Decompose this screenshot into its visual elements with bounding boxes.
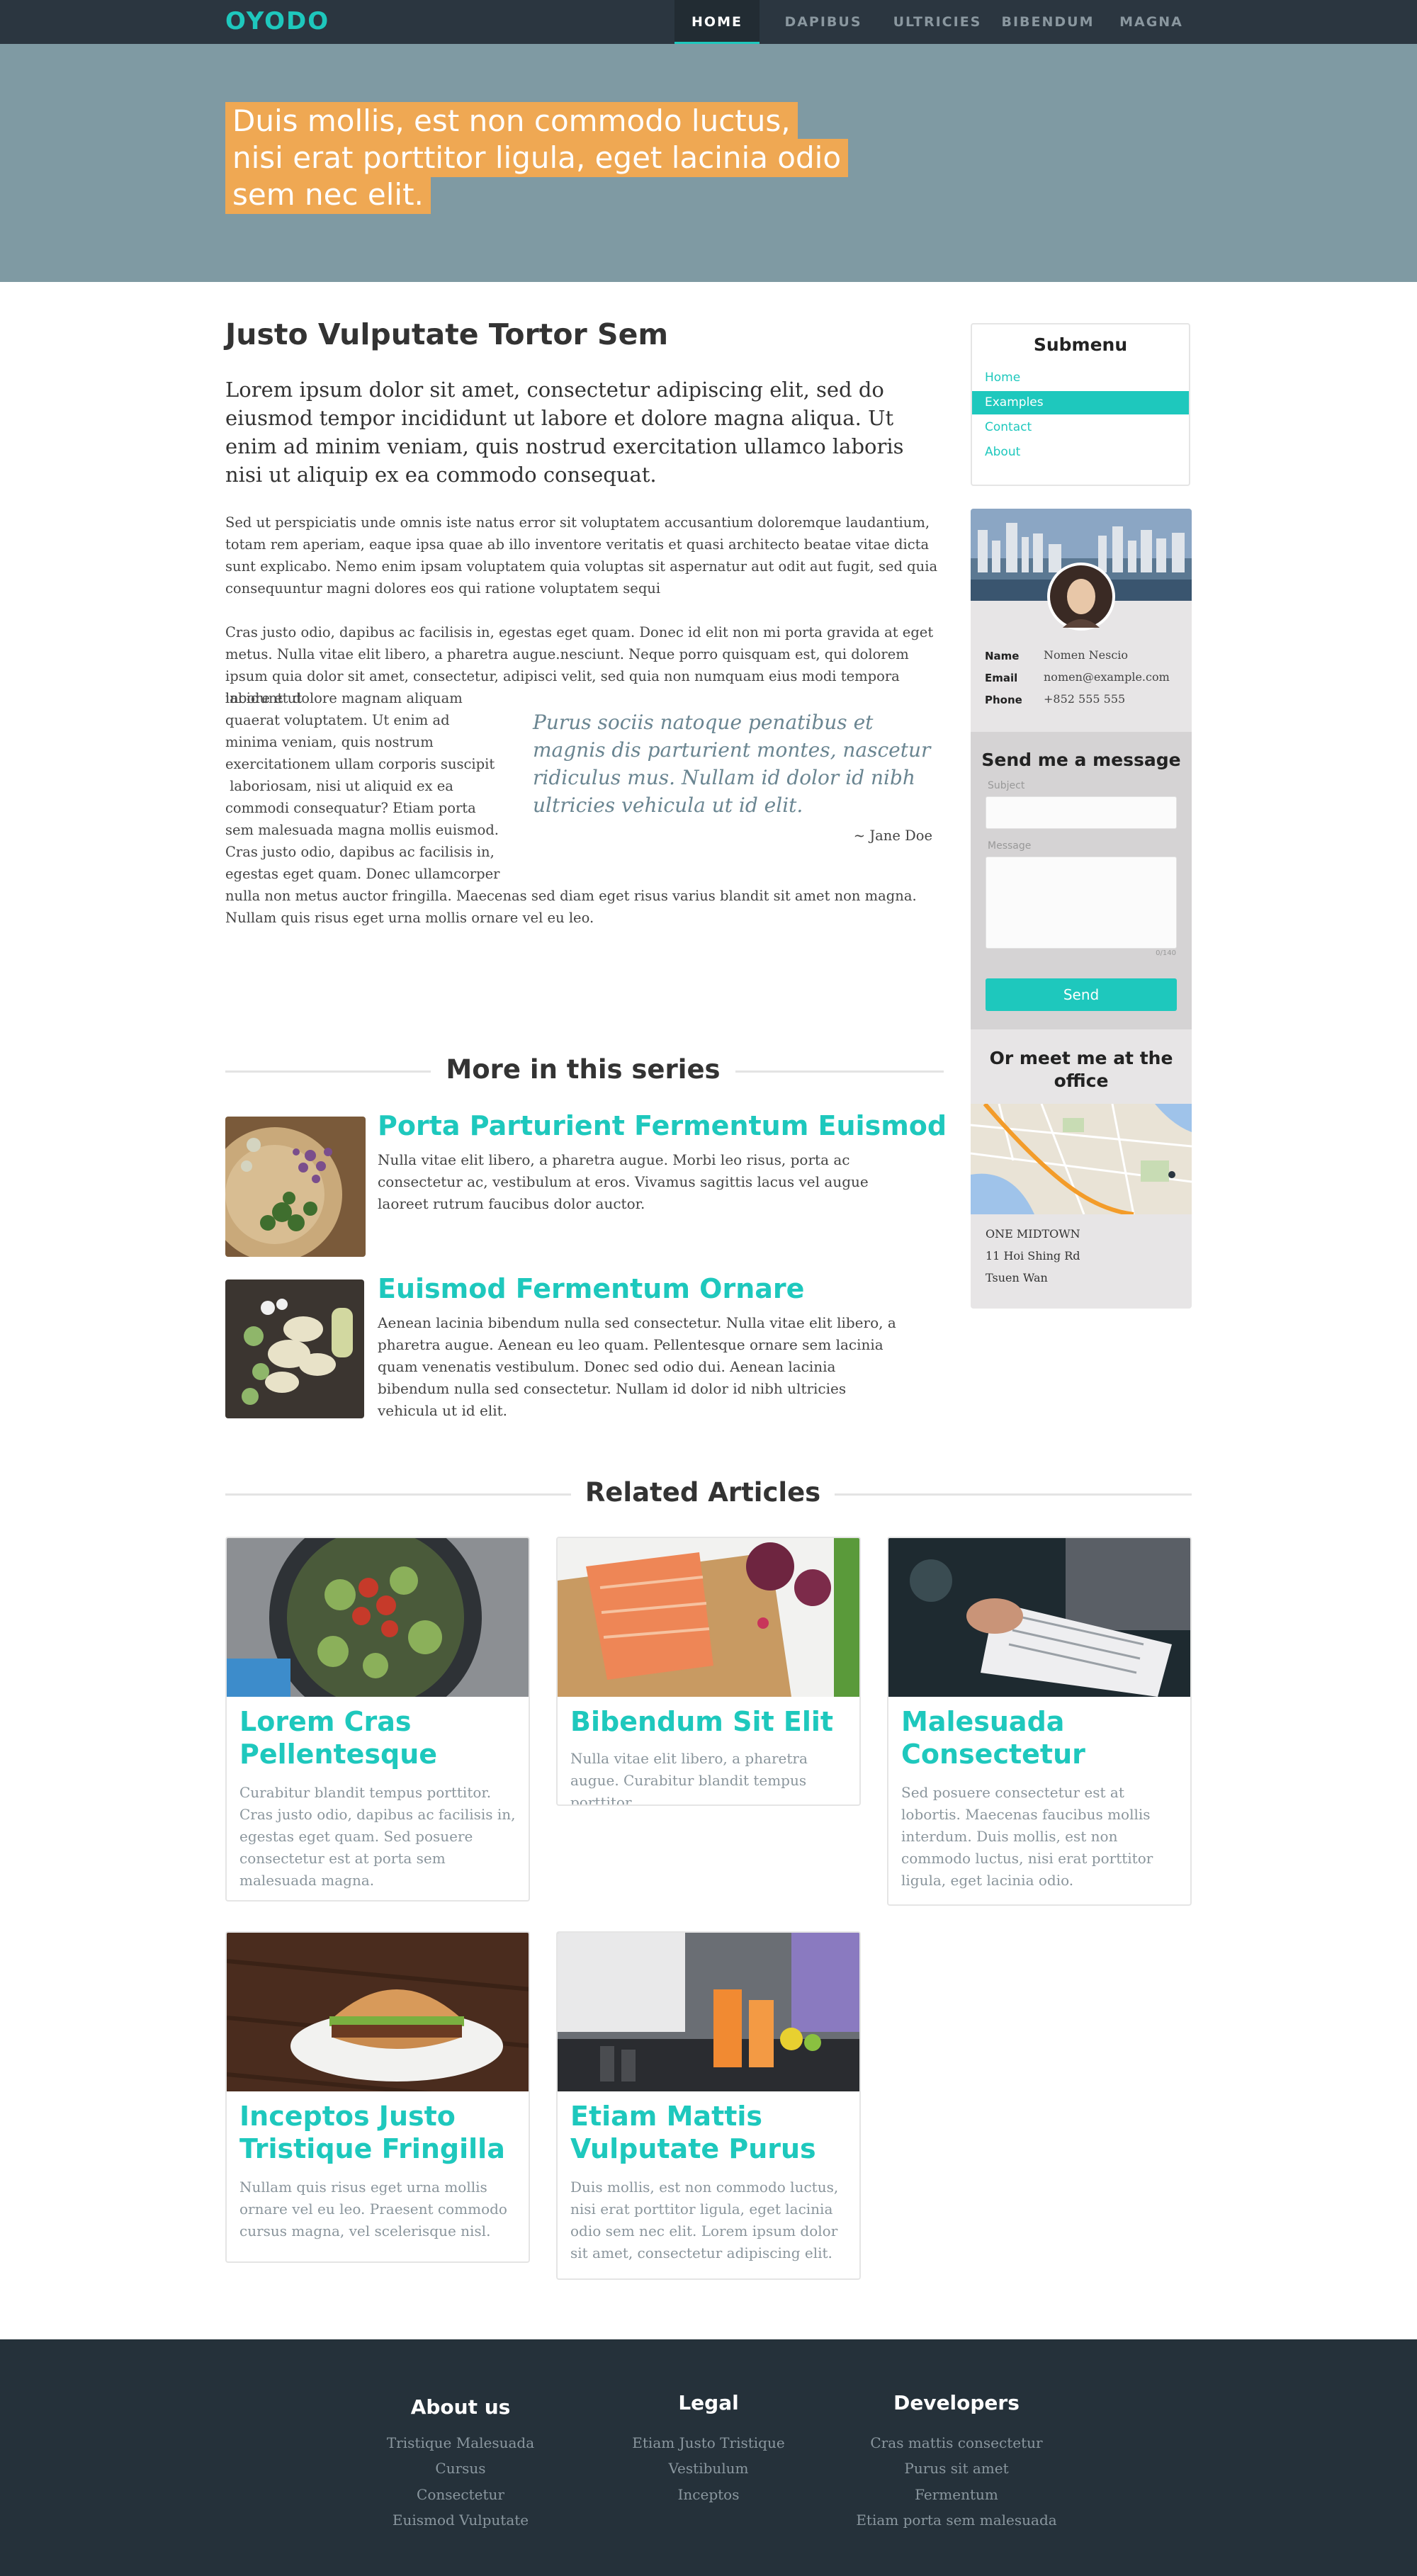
- related-card[interactable]: Malesuada Consectetur Sed posuere consec…: [887, 1537, 1192, 1906]
- column-line: sem malesuada magna mollis euismod.: [225, 822, 499, 838]
- column-line: minima veniam, quis nostrum: [225, 734, 434, 750]
- footer-link[interactable]: Consectetur: [354, 2486, 567, 2503]
- avatar: [1047, 563, 1115, 631]
- related-heading: Related Articles: [585, 1477, 821, 1508]
- submenu-title: Submenu: [1033, 334, 1128, 355]
- quote-citation: ~ Jane Doe: [853, 827, 932, 844]
- footer-link[interactable]: Etiam Justo Tristique: [602, 2434, 815, 2451]
- related-card[interactable]: Lorem Cras Pellentesque Curabitur blandi…: [225, 1537, 530, 1902]
- message-textarea[interactable]: [986, 857, 1177, 949]
- column-line: exercitationem ullam corporis suscipit: [225, 756, 495, 772]
- card-image-salmon: [558, 1538, 859, 1697]
- footer-link[interactable]: Etiam porta sem malesuada: [829, 2512, 1084, 2529]
- related-card[interactable]: Etiam Mattis Vulputate Purus Duis mollis…: [556, 1931, 861, 2280]
- submenu-item-contact[interactable]: Contact: [972, 416, 1189, 439]
- office-title-line: office: [1054, 1070, 1109, 1091]
- column-line: laboriosam, nisi ut aliquid ex ea: [225, 778, 453, 794]
- footer-link[interactable]: Inceptos: [602, 2486, 815, 2503]
- address-line: ONE MIDTOWN: [986, 1227, 1080, 1241]
- nav-item-magna[interactable]: MAGNA: [1112, 0, 1190, 44]
- pull-quote: Purus sociis natoque penatibus et magnis…: [533, 711, 931, 817]
- column-line: egestas eget quam. Donec ullamcorper: [225, 866, 500, 882]
- profile-phone: +852 555 555: [1044, 692, 1126, 706]
- card-title[interactable]: Malesuada Consectetur: [901, 1705, 1185, 1770]
- office-title: Or meet me at the office: [971, 1047, 1192, 1092]
- card-image-drinks: [558, 1933, 859, 2091]
- submenu-item-about[interactable]: About: [972, 441, 1189, 464]
- card-text: Sed posuere consectetur est at lobortis.…: [901, 1784, 1153, 1889]
- submenu-item-examples[interactable]: Examples: [972, 391, 1189, 414]
- series-item-text: Nulla vitae elit libero, a pharetra augu…: [378, 1151, 869, 1212]
- profile-name: Nomen Nescio: [1044, 648, 1129, 662]
- article-paragraph-1: Sed ut perspiciatis unde omnis iste natu…: [225, 514, 938, 597]
- message-label: Message: [988, 840, 1032, 852]
- card-text: Curabitur blandit tempus porttitor. Cras…: [239, 1784, 516, 1889]
- card-title[interactable]: Bibendum Sit Elit: [570, 1705, 854, 1738]
- office-map[interactable]: [971, 1104, 1192, 1214]
- related-card[interactable]: Inceptos Justo Tristique Fringilla Nulla…: [225, 1931, 530, 2263]
- hero-line-3: sem nec elit.: [225, 176, 431, 214]
- hero-line-1: Duis mollis, est non commodo luctus,: [225, 102, 798, 140]
- subject-label: Subject: [988, 780, 1025, 791]
- series-heading: More in this series: [446, 1054, 721, 1085]
- footer-link[interactable]: Euismod Vulputate: [354, 2512, 567, 2529]
- series-item-text: Aenean lacinia bibendum nulla sed consec…: [378, 1314, 896, 1419]
- nav-item-dapibus[interactable]: DAPIBUS: [778, 0, 869, 44]
- send-button[interactable]: Send: [986, 978, 1177, 1011]
- footer-column-title: About us: [410, 2395, 511, 2419]
- card-text: Duis mollis, est non commodo luctus, nis…: [570, 2179, 839, 2261]
- column-line: quaerat voluptatem. Ut enim ad: [225, 712, 450, 728]
- card-title[interactable]: Etiam Mattis Vulputate Purus: [570, 2100, 854, 2165]
- footer-column-title: Legal: [678, 2391, 739, 2414]
- character-count: 0/140: [1156, 949, 1176, 957]
- card-text: Nullam quis risus eget urna mollis ornar…: [239, 2179, 507, 2239]
- office-title-line: Or meet me at the: [989, 1048, 1173, 1068]
- column-line: labore et dolore magnam aliquam: [225, 690, 463, 706]
- card-image-salad: [227, 1538, 529, 1724]
- footer-link[interactable]: Cursus: [354, 2460, 567, 2477]
- footer-link[interactable]: Tristique Malesuada: [354, 2434, 567, 2451]
- footer-link[interactable]: Fermentum: [829, 2486, 1084, 2503]
- divider-line: [835, 1493, 1192, 1496]
- profile-phone-label: Phone: [985, 694, 1022, 706]
- nav-item-ultricies[interactable]: ULTRICIES: [884, 0, 990, 44]
- subject-input[interactable]: [986, 796, 1177, 829]
- series-item-title[interactable]: Porta Parturient Fermentum Euismod: [378, 1110, 947, 1141]
- footer-link[interactable]: Vestibulum: [602, 2460, 815, 2477]
- card-title[interactable]: Inceptos Justo Tristique Fringilla: [239, 2100, 523, 2165]
- card-image-menu: [888, 1538, 1190, 1697]
- series-thumbnail-vegetables[interactable]: [225, 1279, 364, 1418]
- nav-item-home[interactable]: HOME: [674, 0, 760, 44]
- article-title: Justo Vulputate Tortor Sem: [225, 317, 669, 351]
- submenu-item-home[interactable]: Home: [972, 366, 1189, 390]
- address-line: 11 Hoi Shing Rd: [986, 1249, 1080, 1262]
- column-line: Cras justo odio, dapibus ac facilisis in…: [225, 844, 495, 860]
- related-card[interactable]: Bibendum Sit Elit Nulla vitae elit liber…: [556, 1537, 861, 1806]
- footer-link[interactable]: Cras mattis consectetur: [829, 2434, 1084, 2451]
- footer-link[interactable]: Purus sit amet: [829, 2460, 1084, 2477]
- footer: [0, 2339, 1417, 2576]
- article-paragraph-2-column: labore et dolore magnam aliquam quaerat …: [225, 687, 523, 885]
- divider-line: [225, 1493, 571, 1496]
- divider-line: [735, 1070, 944, 1073]
- profile-name-label: Name: [985, 650, 1020, 662]
- series-item-title[interactable]: Euismod Fermentum Ornare: [378, 1273, 804, 1304]
- card-image-burger: [227, 1933, 529, 2105]
- contact-form-title: Send me a message: [981, 750, 1181, 770]
- article-lead: Lorem ipsum dolor sit amet, consectetur …: [225, 378, 904, 487]
- card-text: Nulla vitae elit libero, a pharetra augu…: [570, 1750, 808, 1806]
- nav-item-bibendum[interactable]: BIBENDUM: [995, 0, 1101, 44]
- card-title[interactable]: Lorem Cras Pellentesque: [239, 1705, 523, 1770]
- site-logo[interactable]: OYODO: [225, 7, 329, 35]
- divider-line: [225, 1070, 431, 1073]
- article-paragraph-2-end: nulla non metus auctor fringilla. Maecen…: [225, 888, 917, 926]
- profile-email-label: Email: [985, 672, 1018, 684]
- series-thumbnail-herbs[interactable]: [225, 1117, 366, 1257]
- hero-line-2: nisi erat porttitor ligula, eget lacinia…: [225, 139, 849, 177]
- footer-column-title: Developers: [893, 2391, 1020, 2414]
- column-line: commodi consequatur? Etiam porta: [225, 800, 476, 816]
- profile-email[interactable]: nomen@example.com: [1044, 670, 1170, 684]
- address-line: Tsuen Wan: [986, 1271, 1048, 1284]
